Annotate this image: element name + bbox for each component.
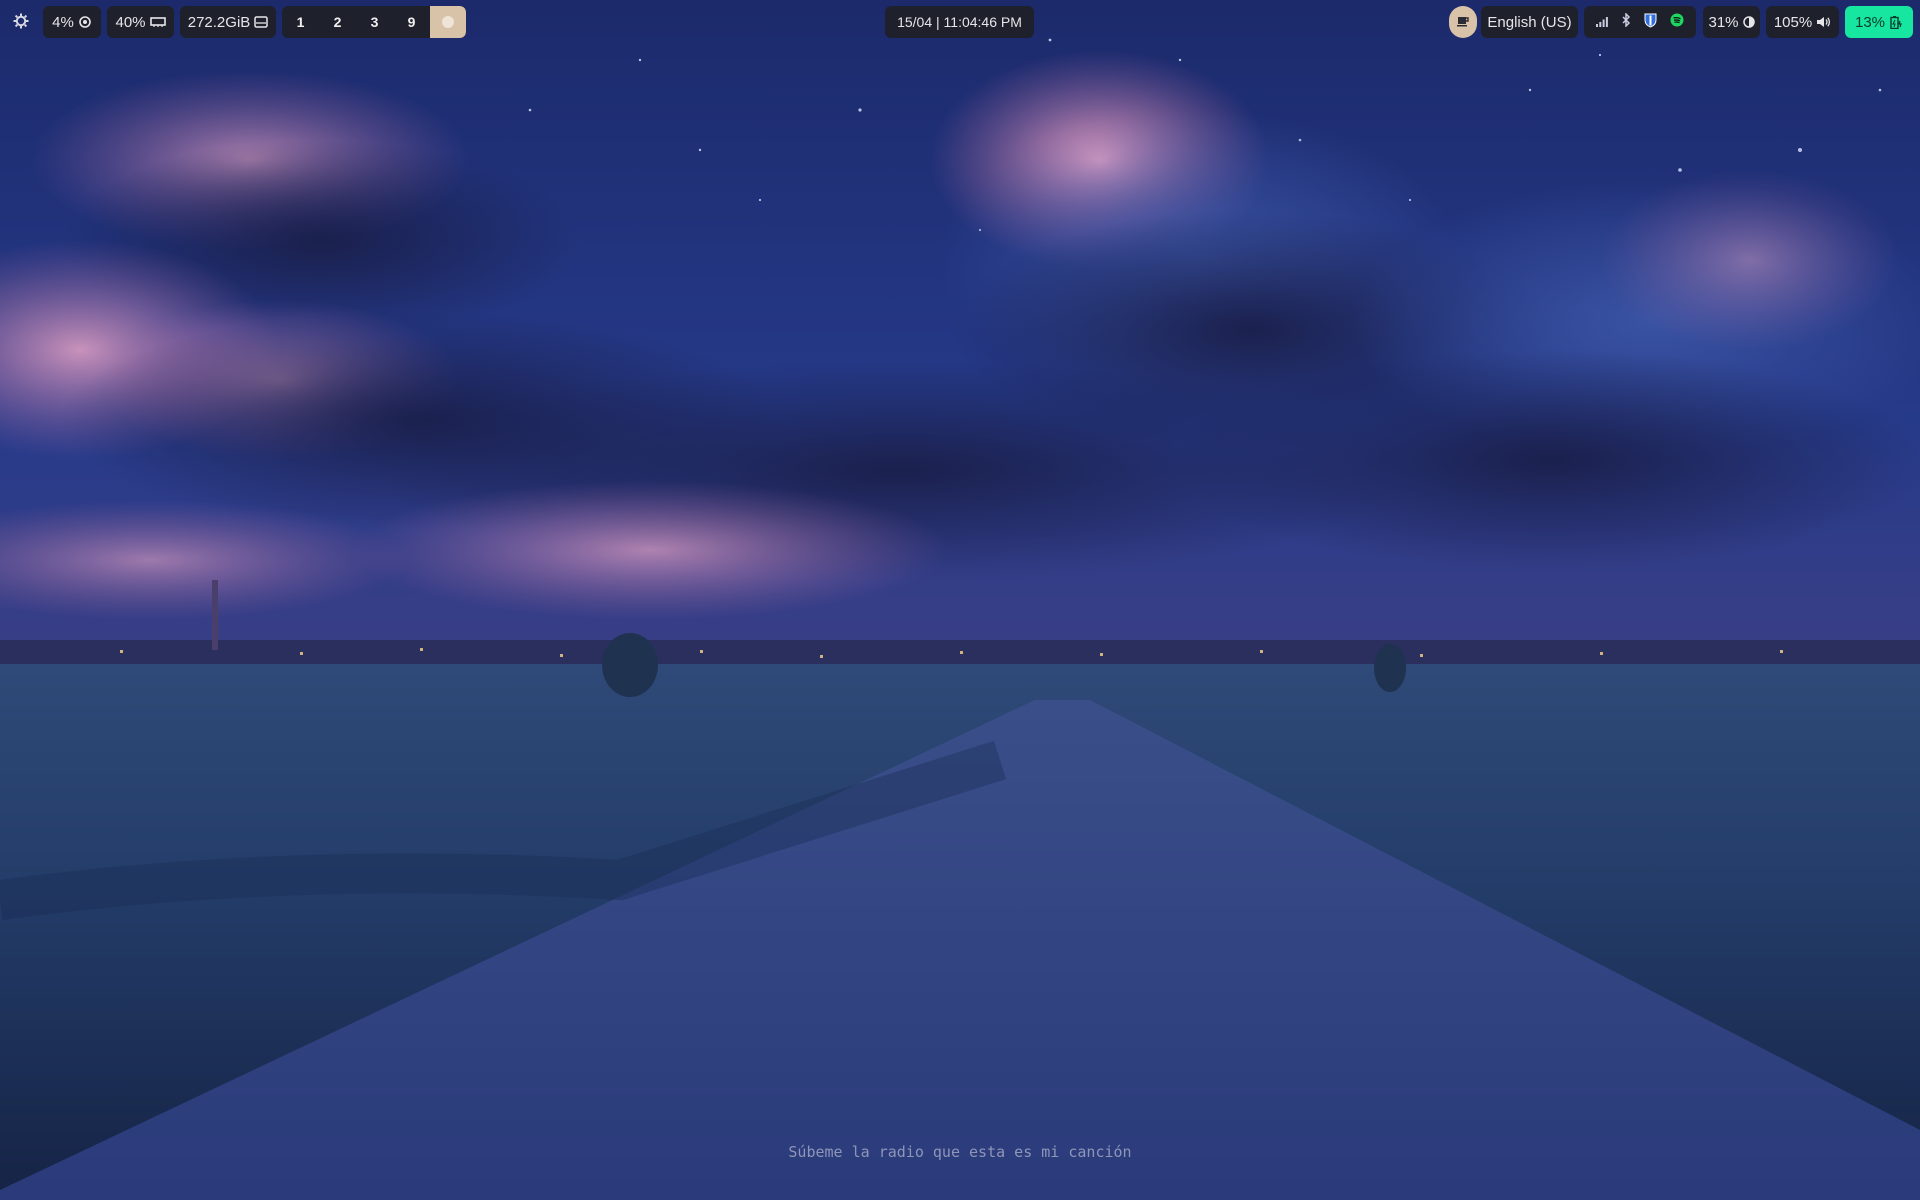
- signal-icon[interactable]: [1596, 14, 1609, 31]
- memory-module[interactable]: 40%: [107, 6, 174, 38]
- gear-icon: [13, 13, 29, 34]
- cpu-usage: 4%: [52, 13, 74, 31]
- coffee-icon: [1456, 14, 1470, 31]
- volume-icon: [1816, 16, 1831, 28]
- clock-module[interactable]: 15/04 | 11:04:46 PM: [885, 6, 1034, 38]
- launcher-button[interactable]: [8, 10, 34, 36]
- memory-icon: [149, 16, 166, 28]
- workspace-2[interactable]: 2: [319, 6, 356, 38]
- workspace-switcher: 1 2 3 9: [282, 6, 466, 38]
- disk-usage: 272.2GiB: [187, 13, 251, 31]
- brightness-module[interactable]: 31%: [1703, 6, 1760, 38]
- cpu-icon: [78, 15, 92, 29]
- cpu-module[interactable]: 4%: [43, 6, 101, 38]
- active-workspace-dot-icon: [442, 16, 454, 28]
- battery-module[interactable]: 13%: [1845, 6, 1913, 38]
- battery-charging-icon: [1889, 15, 1903, 29]
- keyboard-layout-text: English (US): [1487, 13, 1572, 31]
- disk-icon: [254, 16, 269, 28]
- bluetooth-icon[interactable]: [1621, 12, 1631, 31]
- system-tray: [1584, 6, 1696, 38]
- workspace-9[interactable]: 9: [393, 6, 430, 38]
- battery-value: 13%: [1854, 13, 1886, 31]
- top-bar: 4% 40% 272.2GiB 1 2 3 9 15/04 | 11:04:46…: [0, 0, 1920, 44]
- now-playing-text: Súbeme la radio que esta es mi canción: [788, 1143, 1132, 1161]
- memory-usage: 40%: [115, 13, 146, 31]
- brightness-icon: [1742, 16, 1755, 28]
- workspace-1[interactable]: 1: [282, 6, 319, 38]
- active-workspace-indicator[interactable]: [430, 6, 466, 38]
- volume-module[interactable]: 105%: [1766, 6, 1839, 38]
- spotify-icon[interactable]: [1670, 13, 1684, 31]
- brightness-value: 31%: [1708, 13, 1739, 31]
- workspace-3[interactable]: 3: [356, 6, 393, 38]
- tray-coffee[interactable]: [1449, 6, 1477, 38]
- desktop-wallpaper: [0, 0, 1920, 1200]
- volume-value: 105%: [1773, 13, 1813, 31]
- disk-module[interactable]: 272.2GiB: [180, 6, 276, 38]
- clock-text: 15/04 | 11:04:46 PM: [897, 14, 1022, 30]
- keyboard-layout[interactable]: English (US): [1481, 6, 1578, 38]
- shield-icon[interactable]: [1644, 13, 1657, 32]
